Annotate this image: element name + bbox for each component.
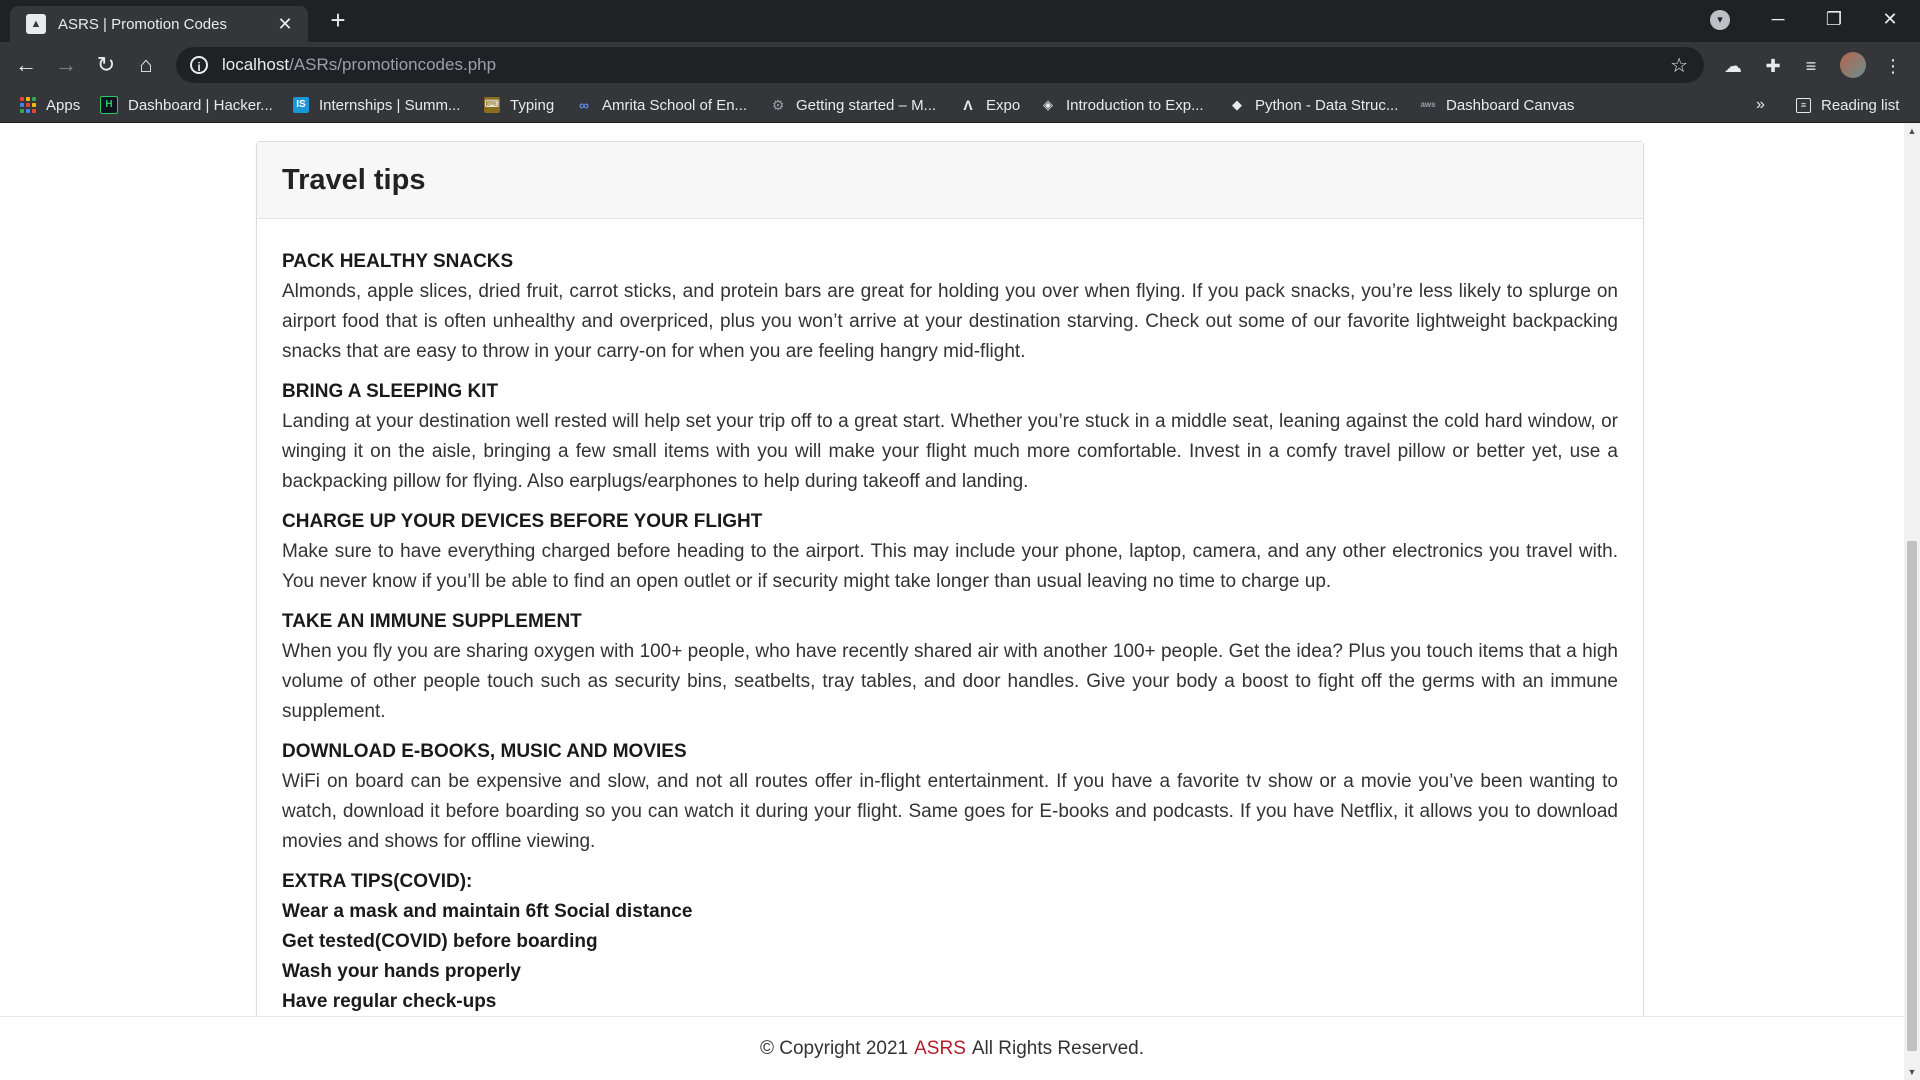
bookmark-apps[interactable]: Apps — [20, 88, 80, 122]
python-icon: ◆ — [1232, 97, 1242, 112]
gear-icon: ⚙ — [771, 97, 785, 113]
copyright-suffix: All Rights Reserved. — [971, 1038, 1144, 1059]
tip-heading: DOWNLOAD E-BOOKS, MUSIC AND MOVIES — [282, 741, 687, 762]
bookmark-typing[interactable]: ⌨ Typing — [484, 88, 554, 122]
menu-kebab-icon[interactable]: ⋮ — [1882, 55, 1904, 77]
media-control-icon[interactable]: ≡ — [1800, 55, 1822, 77]
tip-heading: BRING A SLEEPING KIT — [282, 381, 499, 402]
card-header: Travel tips — [257, 142, 1643, 219]
forward-arrow-icon[interactable]: → — [50, 50, 82, 82]
tip-body: When you fly you are sharing oxygen with… — [282, 641, 1618, 722]
minimize-window-button[interactable]: ─ — [1750, 0, 1806, 42]
restore-window-button[interactable]: ❐ — [1806, 0, 1862, 42]
copyright-prefix: © Copyright 2021 — [759, 1038, 909, 1059]
tip-heading: TAKE AN IMMUNE SUPPLEMENT — [282, 611, 582, 632]
bookmark-label: Expo — [986, 96, 1021, 114]
bookmark-getting-started[interactable]: ⚙ Getting started – M... — [770, 88, 936, 122]
apps-grid-icon — [20, 97, 36, 113]
bookmark-internshala[interactable]: IS Internships | Summ... — [293, 88, 460, 122]
tip-body: WiFi on board can be expensive and slow,… — [282, 771, 1618, 852]
tab-title: ASRS | Promotion Codes — [58, 15, 227, 33]
tip-section: BRING A SLEEPING KIT Landing at your des… — [282, 377, 1618, 497]
bookmark-intro-expo[interactable]: ◈ Introduction to Exp... — [1040, 88, 1204, 122]
reading-list-label: Reading list — [1821, 96, 1900, 114]
extensions-puzzle-icon[interactable]: ✚ — [1762, 55, 1784, 77]
scroll-up-arrow-icon[interactable]: ▲ — [1904, 123, 1920, 139]
tip-section: PACK HEALTHY SNACKS Almonds, apple slice… — [282, 247, 1618, 367]
tab-search-icon[interactable]: ▾ — [1710, 10, 1730, 30]
page-footer: © Copyright 2021 ASRS All Rights Reserve… — [0, 1016, 1904, 1080]
tip-body: Almonds, apple slices, dried fruit, carr… — [282, 281, 1618, 362]
tab-strip: ▲ ASRS | Promotion Codes ✕ + ▾ ─ ❐ ✕ — [0, 0, 1920, 42]
typing-icon: ⌨ — [484, 97, 500, 113]
more-bookmarks-button[interactable]: » — [1756, 88, 1765, 122]
close-tab-icon[interactable]: ✕ — [274, 14, 296, 35]
extra-tips-heading: EXTRA TIPS(COVID): — [282, 871, 473, 892]
url-path: /ASRs/promotioncodes.php — [289, 55, 497, 74]
browser-toolbar: ← → ↻ ⌂ i localhost/ASRs/promotioncodes.… — [0, 42, 1920, 88]
aws-icon: aws — [1420, 100, 1436, 109]
page-viewport: Travel tips PACK HEALTHY SNACKS Almonds,… — [0, 123, 1904, 1080]
tip-section: CHARGE UP YOUR DEVICES BEFORE YOUR FLIGH… — [282, 507, 1618, 597]
bookmark-label: Introduction to Exp... — [1066, 96, 1204, 114]
internshala-icon: IS — [293, 97, 309, 113]
extra-tip-item: Wear a mask and maintain 6ft Social dist… — [282, 901, 693, 922]
bookmark-python[interactable]: ◆ Python - Data Struc... — [1229, 88, 1398, 122]
footer-brand: ASRS — [914, 1038, 966, 1059]
bookmark-label: Typing — [510, 96, 555, 114]
home-icon[interactable]: ⌂ — [130, 50, 162, 82]
scroll-down-arrow-icon[interactable]: ▼ — [1904, 1064, 1920, 1080]
bookmark-label: Amrita School of En... — [602, 96, 748, 114]
address-bar[interactable]: i localhost/ASRs/promotioncodes.php ☆ — [176, 47, 1704, 83]
bookmark-label: Python - Data Struc... — [1255, 96, 1399, 114]
extra-tip-item: Wash your hands properly — [282, 961, 521, 982]
extra-tip-item: Get tested(COVID) before boarding — [282, 931, 598, 952]
bookmark-label: Internships | Summ... — [319, 96, 461, 114]
reload-icon[interactable]: ↻ — [90, 50, 122, 82]
close-window-button[interactable]: ✕ — [1862, 0, 1918, 42]
tip-body: Make sure to have everything charged bef… — [282, 541, 1618, 592]
card-body: PACK HEALTHY SNACKS Almonds, apple slice… — [257, 219, 1643, 1017]
expo-doc-icon: ◈ — [1043, 97, 1053, 112]
back-arrow-icon[interactable]: ← — [10, 50, 42, 82]
tip-heading: PACK HEALTHY SNACKS — [282, 251, 514, 272]
profile-avatar[interactable] — [1840, 52, 1866, 78]
bookmark-amrita[interactable]: ∞ Amrita School of En... — [576, 88, 747, 122]
bookmark-dashboard-canvas[interactable]: aws Dashboard Canvas — [1420, 88, 1574, 122]
tip-heading: CHARGE UP YOUR DEVICES BEFORE YOUR FLIGH… — [282, 511, 763, 532]
new-tab-button[interactable]: + — [324, 6, 352, 34]
tip-body: Landing at your destination well rested … — [282, 411, 1618, 492]
hackerrank-icon: H — [100, 96, 118, 114]
url-host: localhost — [222, 55, 290, 74]
bookmark-label: Apps — [46, 96, 81, 114]
extra-tip-item: Have regular check-ups — [282, 991, 497, 1012]
bookmark-star-icon[interactable]: ☆ — [1670, 53, 1688, 78]
page-scrollbar[interactable]: ▲ ▼ — [1904, 123, 1920, 1080]
travel-tips-card: Travel tips PACK HEALTHY SNACKS Almonds,… — [256, 141, 1644, 1043]
site-info-icon[interactable]: i — [190, 56, 208, 74]
url-text[interactable]: localhost/ASRs/promotioncodes.php — [222, 55, 1670, 75]
page-favicon-icon: ▲ — [26, 14, 46, 34]
bookmark-hackerrank[interactable]: H Dashboard | Hacker... — [100, 88, 273, 122]
tip-section: DOWNLOAD E-BOOKS, MUSIC AND MOVIES WiFi … — [282, 737, 1618, 857]
amrita-icon: ∞ — [579, 97, 589, 113]
bookmark-label: Dashboard | Hacker... — [128, 96, 273, 114]
bookmark-label: Dashboard Canvas — [1446, 96, 1575, 114]
card-title: Travel tips — [282, 163, 426, 196]
browser-tab-active[interactable]: ▲ ASRS | Promotion Codes ✕ — [10, 6, 308, 42]
tip-section: TAKE AN IMMUNE SUPPLEMENT When you fly y… — [282, 607, 1618, 727]
scrollbar-thumb[interactable] — [1907, 541, 1917, 1051]
expo-icon: Λ — [963, 97, 973, 113]
bookmark-expo[interactable]: Λ Expo — [960, 88, 1020, 122]
reading-list-icon: ≡ — [1796, 97, 1811, 113]
reading-list-button[interactable]: ≡ Reading list — [1796, 88, 1899, 122]
bookmark-label: Getting started – M... — [796, 96, 937, 114]
bookmarks-bar: Apps H Dashboard | Hacker... IS Internsh… — [0, 88, 1920, 123]
extra-tips-section: EXTRA TIPS(COVID): Wear a mask and maint… — [282, 867, 1618, 1017]
extension-cloud-icon[interactable]: ☁ — [1722, 55, 1744, 77]
